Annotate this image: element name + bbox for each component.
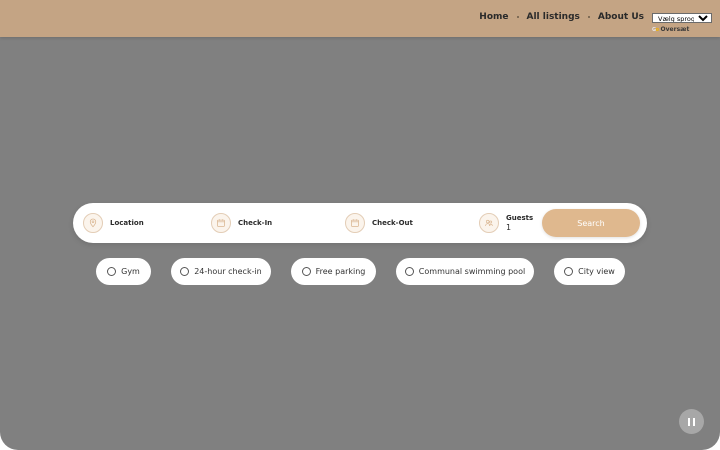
filter-label: Communal swimming pool [418, 267, 526, 276]
nav-separator [516, 16, 519, 18]
location-label: Location [110, 219, 144, 227]
guests-field[interactable]: Guests 1 [479, 213, 533, 233]
pause-button[interactable] [679, 409, 704, 434]
guests-value: 1 [506, 222, 512, 232]
filter-radio[interactable] [404, 267, 414, 276]
checkout-label: Check-Out [372, 219, 413, 227]
guests-info: Guests 1 [506, 214, 533, 232]
guests-icon [479, 213, 499, 233]
nav-about-us[interactable]: About Us [598, 12, 644, 22]
checkout-field[interactable]: Check-Out [345, 213, 413, 233]
filter-label: 24-hour check-in [194, 267, 262, 276]
location-field[interactable]: Location [83, 213, 144, 233]
pause-icon [692, 417, 695, 426]
checkin-field[interactable]: Check-In [211, 213, 272, 233]
nav-separator [587, 16, 590, 18]
calendar-icon [345, 213, 365, 233]
filter-label: City view [578, 267, 615, 276]
filter-free-parking[interactable]: Free parking [291, 258, 376, 285]
filter-radio[interactable] [301, 267, 311, 276]
checkin-label: Check-In [238, 219, 273, 227]
filter-radio[interactable] [180, 267, 190, 276]
pause-icon [688, 417, 691, 426]
nav-home[interactable]: Home [479, 12, 508, 22]
search-button[interactable]: Search [542, 209, 640, 237]
filter-label: Gym [121, 267, 140, 276]
hero-background: Home All listings About Us Vælg sprog Go… [0, 0, 720, 450]
translate-label: Oversæt [660, 26, 690, 33]
site-header: Home All listings About Us Vælg sprog Go… [0, 0, 720, 37]
google-logo-icon: Go [652, 26, 659, 33]
map-pin-icon [83, 213, 103, 233]
filter-gym[interactable]: Gym [96, 258, 151, 285]
search-bar: Location Check-In Check-Out Guests 1 Sea… [73, 203, 647, 243]
calendar-icon [211, 213, 231, 233]
guests-label: Guests [506, 213, 534, 222]
nav-all-listings[interactable]: All listings [527, 12, 580, 22]
google-translate-badge: Go Oversæt [652, 26, 712, 33]
filter-label: Free parking [315, 267, 366, 276]
filter-city-view[interactable]: City view [554, 258, 625, 285]
filter-communal-swimming-pool[interactable]: Communal swimming pool [396, 258, 534, 285]
main-nav: Home All listings About Us [479, 12, 644, 22]
language-widget: Vælg sprog Go Oversæt [652, 6, 712, 33]
filter-24-hour-check-in[interactable]: 24-hour check-in [171, 258, 271, 285]
filter-radio[interactable] [107, 267, 117, 276]
language-select[interactable]: Vælg sprog [652, 13, 712, 23]
filter-radio[interactable] [564, 267, 574, 276]
